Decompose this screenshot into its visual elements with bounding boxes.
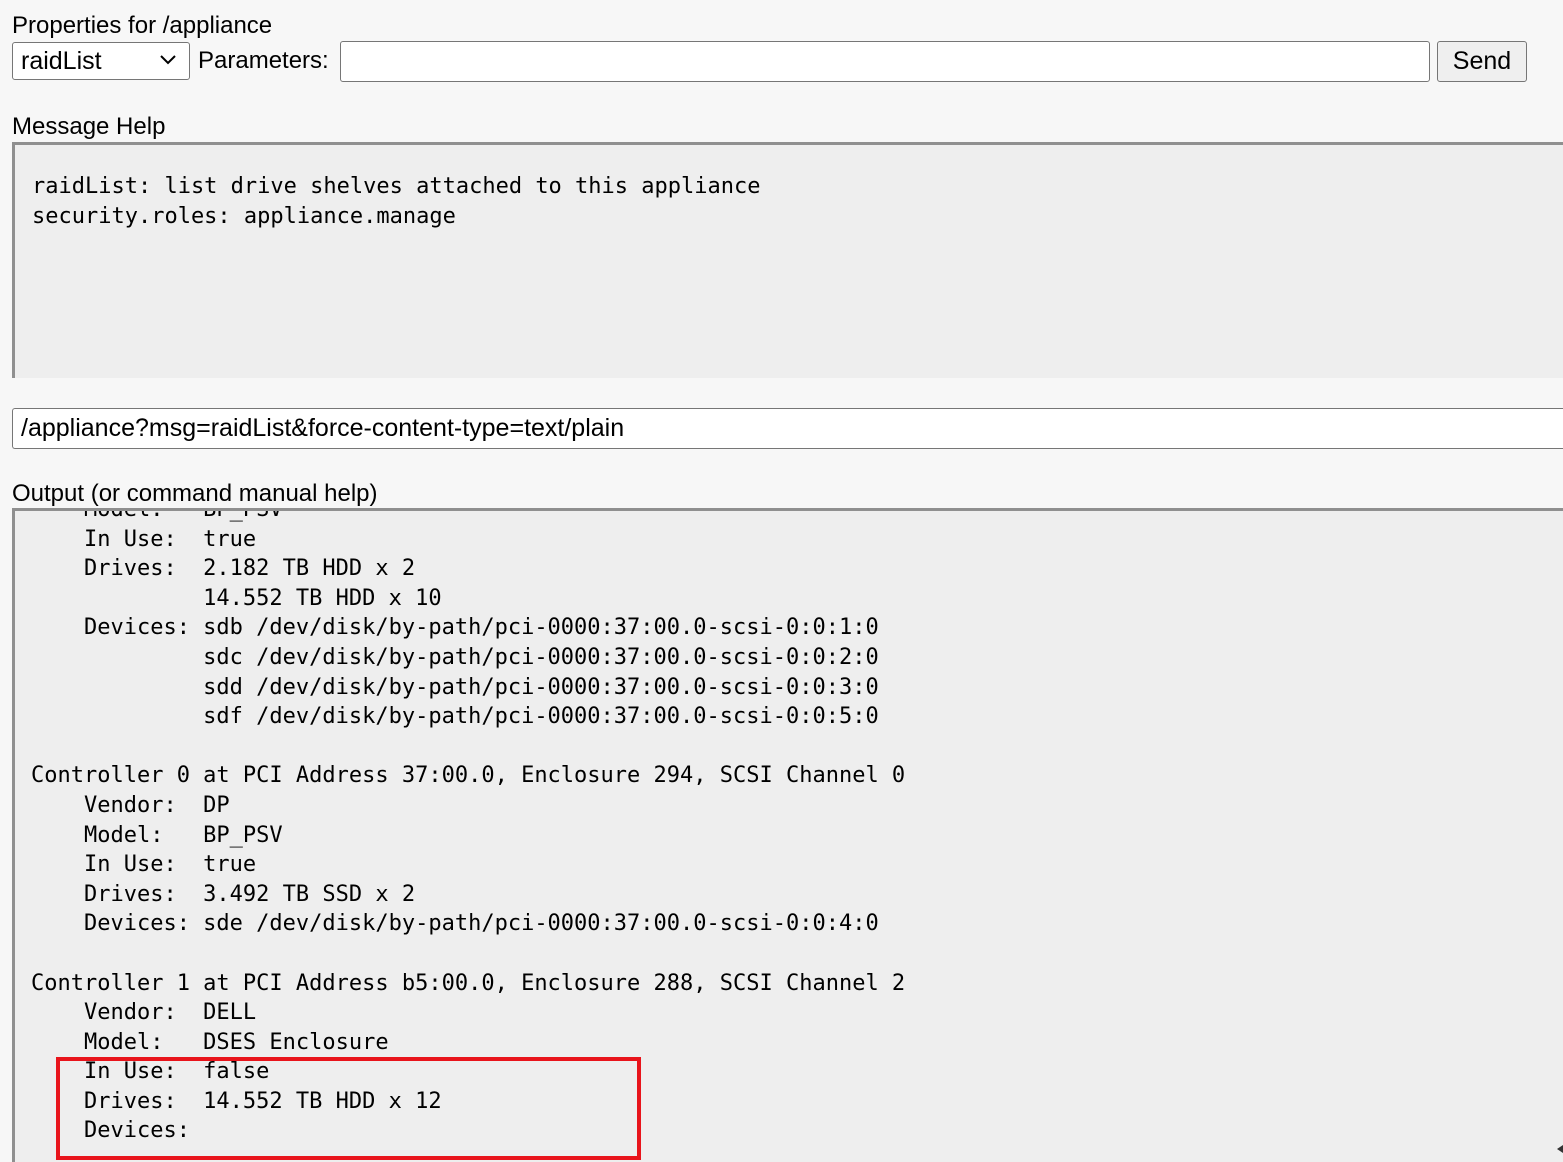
resize-handle-icon[interactable] — [1556, 1144, 1563, 1154]
message-help-label: Message Help — [12, 113, 166, 140]
page-title: Properties for /appliance — [12, 12, 273, 39]
send-button[interactable]: Send — [1437, 41, 1527, 82]
chevron-down-icon — [160, 55, 176, 65]
parameters-label: Parameters: — [198, 47, 329, 74]
message-select-value: raidList — [21, 47, 102, 75]
request-url-field[interactable]: /appliance?msg=raidList&force-content-ty… — [12, 408, 1563, 449]
output-text: Model: BP_PSV In Use: true Drives: 2.182… — [31, 508, 906, 1144]
message-select[interactable]: raidList — [12, 42, 190, 80]
message-help-text[interactable]: raidList: list drive shelves attached to… — [12, 142, 1563, 378]
parameters-input[interactable] — [340, 41, 1430, 82]
highlight-annotation-box — [56, 1057, 641, 1160]
properties-page: Properties for /appliance raidList Param… — [0, 0, 1563, 1162]
output-label: Output (or command manual help) — [12, 480, 378, 507]
